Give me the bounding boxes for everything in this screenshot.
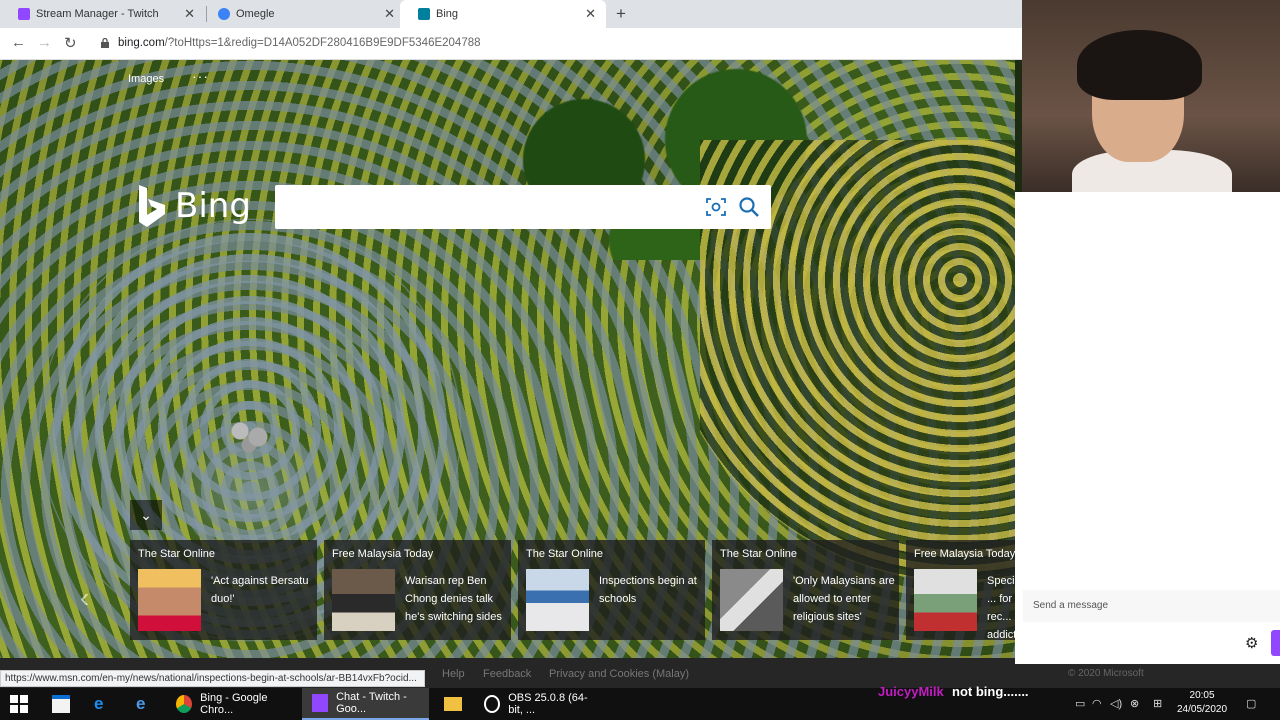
store-icon [52, 695, 70, 713]
news-thumbnail [914, 569, 977, 631]
chat-overlay-username: JuicyyMilk [878, 684, 944, 699]
windows-taskbar: e e Bing - Google Chro... Chat - Twitch … [0, 688, 1280, 720]
news-thumbnail [526, 569, 589, 631]
news-thumbnail [720, 569, 783, 631]
background-stones [222, 415, 282, 455]
store-taskbar-icon[interactable] [52, 688, 78, 720]
tab-title: Bing [436, 8, 459, 20]
start-button[interactable] [10, 688, 36, 720]
news-headline: 'Act against Bersatu duo!' [211, 575, 309, 605]
twitch-icon [18, 8, 30, 20]
close-icon[interactable]: ✕ [384, 6, 395, 22]
taskbar-app-chrome[interactable]: Bing - Google Chro... [166, 688, 293, 720]
news-card[interactable]: The Star Online 'Act against Bersatu duo… [130, 540, 317, 640]
tab-title: Omegle [236, 8, 275, 20]
back-icon[interactable]: ← [11, 34, 26, 51]
browser-toolbar: ← → ↻ bing.com/?toHttps=1&redig=D14A052D… [0, 28, 1022, 60]
bing-logo[interactable]: Bing [137, 185, 251, 227]
bing-homepage: Images ··· Bing ⌄ ‹ The Star Online 'Act… [0, 60, 1015, 658]
news-source: The Star Online [720, 548, 798, 560]
lock-icon [101, 38, 109, 48]
news-card[interactable]: Free Malaysia Today Warisan rep Ben Chon… [324, 540, 511, 640]
volume-icon[interactable]: ◁) [1110, 697, 1122, 710]
news-headline: Inspections begin at schools [599, 575, 697, 605]
edge-taskbar-icon[interactable]: e [94, 688, 103, 720]
battery-icon[interactable]: ▭ [1075, 697, 1085, 710]
chevron-down-icon[interactable]: ⌄ [130, 500, 162, 530]
news-card[interactable]: Free Malaysia Today Special ... for rec.… [906, 540, 1015, 640]
chat-send-button[interactable] [1271, 630, 1280, 656]
carousel-prev-icon[interactable]: ‹ [80, 582, 89, 614]
news-headline: Warisan rep Ben Chong denies talk he's s… [405, 575, 502, 623]
bing-icon [418, 8, 430, 20]
chrome-icon [176, 695, 193, 713]
tab-bing[interactable]: Bing ✕ [400, 0, 606, 28]
news-source: Free Malaysia Today [914, 548, 1015, 560]
search-input[interactable] [275, 185, 695, 229]
search-icon[interactable] [738, 196, 760, 218]
windows-icon [10, 695, 28, 713]
twitch-icon [312, 694, 329, 712]
footer-feedback-link[interactable]: Feedback [483, 668, 531, 680]
gear-icon[interactable]: ⚙ [1245, 634, 1258, 652]
edge-icon: e [94, 694, 104, 713]
notifications-icon[interactable]: ▢ [1246, 697, 1256, 710]
news-card[interactable]: The Star Online Inspections begin at sch… [518, 540, 705, 640]
folder-icon [444, 697, 462, 711]
tab-omegle[interactable]: Omegle ✕ [200, 0, 405, 28]
tab-stream-manager[interactable]: Stream Manager - Twitch ✕ [0, 0, 205, 28]
webcam-feed [1022, 0, 1280, 192]
address-bar[interactable]: bing.com/?toHttps=1&redig=D14A052DF28041… [118, 37, 481, 49]
link-status-bar: https://www.msn.com/en-my/news/national/… [0, 670, 425, 687]
obs-icon [484, 695, 501, 713]
system-clock[interactable]: 20:05 24/05/2020 [1177, 689, 1227, 717]
new-tab-icon[interactable]: + [616, 4, 626, 24]
news-source: The Star Online [526, 548, 604, 560]
news-headline: 'Only Malaysians are allowed to enter re… [793, 575, 895, 623]
tray-close-icon[interactable]: ⊗ [1130, 697, 1139, 710]
omegle-icon [218, 8, 230, 20]
close-icon[interactable]: ✕ [184, 6, 195, 22]
ie-taskbar-icon[interactable]: e [136, 688, 145, 720]
chat-message-input[interactable]: Send a message [1023, 590, 1280, 622]
explorer-taskbar-icon[interactable] [444, 688, 470, 720]
visual-search-icon[interactable] [706, 197, 726, 217]
copyright-text: © 2020 Microsoft [1068, 668, 1144, 679]
webcam-hair [1077, 30, 1202, 100]
nav-images-link[interactable]: Images [128, 73, 164, 85]
news-card[interactable]: The Star Online 'Only Malaysians are all… [712, 540, 899, 640]
close-icon[interactable]: ✕ [585, 6, 596, 22]
taskbar-app-twitch-chat[interactable]: Chat - Twitch - Goo... [302, 688, 429, 720]
tab-title: Stream Manager - Twitch [36, 8, 159, 20]
news-headline: Special ... for rec... addict... [987, 575, 1015, 640]
footer-privacy-link[interactable]: Privacy and Cookies (Malay) [549, 668, 689, 680]
ie-icon: e [136, 694, 146, 713]
forward-icon[interactable]: → [37, 34, 52, 51]
twitch-chat-panel: Send a message ⚙ [1015, 192, 1280, 664]
chat-overlay-message: not bing....... [952, 684, 1029, 699]
taskbar-app-obs[interactable]: OBS 25.0.8 (64-bit, ... [474, 688, 601, 720]
search-box [275, 185, 771, 229]
keyboard-icon[interactable]: ⊞ [1153, 697, 1162, 710]
bing-b-icon [139, 185, 165, 227]
news-thumbnail [332, 569, 395, 631]
news-source: The Star Online [138, 548, 216, 560]
news-carousel: The Star Online 'Act against Bersatu duo… [130, 540, 1015, 640]
reload-icon[interactable]: ↻ [64, 34, 77, 52]
wifi-icon[interactable]: ◠ [1092, 697, 1102, 710]
browser-tab-strip: Stream Manager - Twitch ✕ Omegle ✕ Bing … [0, 0, 1022, 28]
news-source: Free Malaysia Today [332, 548, 434, 560]
news-thumbnail [138, 569, 201, 631]
footer-help-link[interactable]: Help [442, 668, 465, 680]
more-options-icon[interactable]: ··· [192, 68, 209, 84]
